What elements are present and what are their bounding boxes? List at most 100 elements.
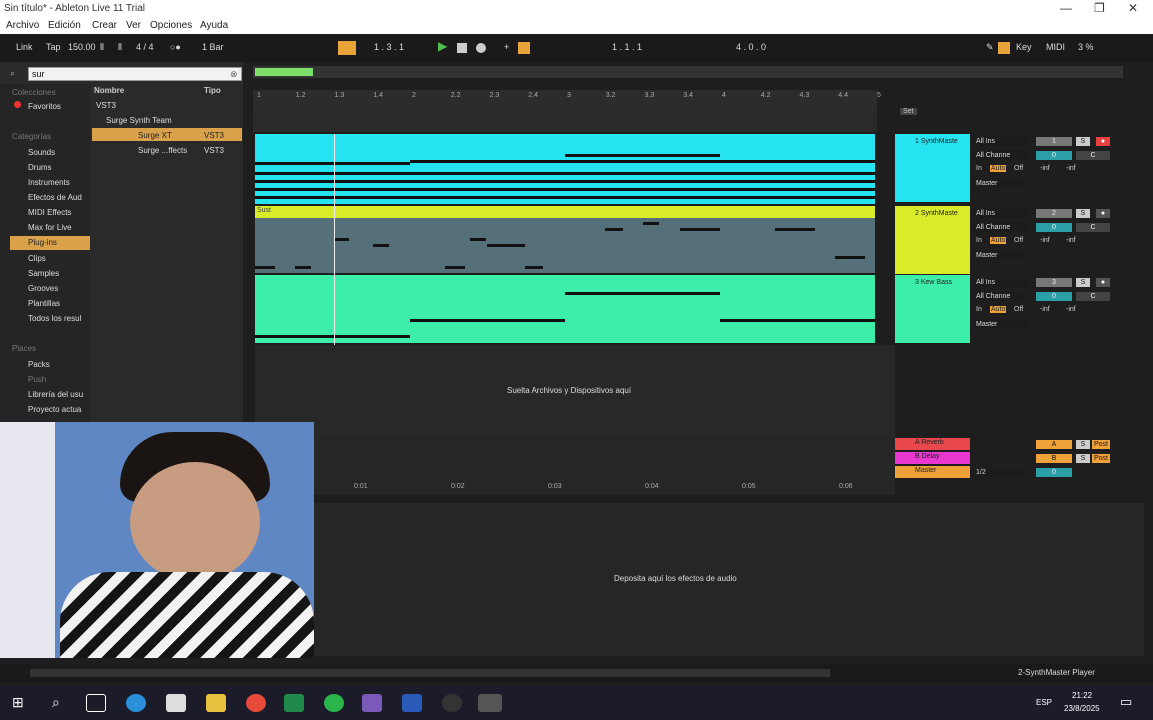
search-input[interactable]: sur [28,67,242,81]
track-3-output[interactable]: Master [973,320,1029,329]
track-2-monitor-auto[interactable]: Auto [990,237,1007,244]
time-signature[interactable]: 4 / 4 [136,42,154,52]
track-2-clip-header[interactable]: Sust [255,206,875,218]
clock-time[interactable]: 21:22 [1072,691,1092,700]
sidebar-item-favorites[interactable]: Favoritos [28,102,61,111]
track-2-monitor-in[interactable]: In [976,237,982,244]
track-2-lane[interactable] [255,218,875,273]
return-a-post[interactable]: Post [1092,440,1110,449]
loop-length-field[interactable]: 4 . 0 . 0 [736,42,766,52]
metronome-icon-2[interactable]: ⦀ [118,42,122,53]
clock-date[interactable]: 23/8/2025 [1064,704,1100,713]
track-1-output[interactable]: Master [973,179,1029,188]
sidebar-item-packs[interactable]: Packs [28,360,50,369]
minimize-button[interactable]: — [1060,1,1072,15]
set-button[interactable]: Set [900,108,917,115]
key-map-button[interactable]: Key [1016,42,1032,52]
menu-archivo[interactable]: Archivo [6,20,39,31]
master-volume[interactable]: 0 [1036,468,1072,477]
track-3-monitor-auto[interactable]: Auto [990,306,1007,313]
track-1-input[interactable]: All Ins [973,137,1029,146]
sidebar-item-sounds[interactable]: Sounds [28,148,55,157]
sidebar-item-clips[interactable]: Clips [28,254,46,263]
return-a-solo[interactable]: S [1076,440,1090,449]
task-view-icon[interactable] [86,694,106,712]
track-3-lane[interactable] [255,275,875,343]
sidebar-item-samples[interactable]: Samples [28,269,59,278]
column-header-type[interactable]: Tipo [204,86,221,95]
loop-start-field[interactable]: 1 . 1 . 1 [612,42,642,52]
tree-item-surge-synth-team[interactable]: Surge Synth Team [106,116,172,125]
sidebar-item-plugins[interactable]: Plug-ins [28,238,57,247]
sidebar-item-all-results[interactable]: Todos los resul [28,314,81,323]
draw-mode-icon[interactable]: ✎ [986,42,994,53]
track-3-solo[interactable]: S [1076,278,1090,287]
track-1-pan[interactable]: C [1076,151,1110,160]
track-1-volume[interactable]: 0 [1036,151,1072,160]
menu-opciones[interactable]: Opciones [150,20,192,31]
track-2-channel[interactable]: All Channe [973,223,1029,232]
tree-item-surge-effects[interactable]: Surge ...ffects [138,146,187,155]
sidebar-item-drums[interactable]: Drums [28,163,52,172]
track-1-title[interactable]: 1 SynthMaste [895,134,970,202]
maximize-button[interactable]: ❐ [1094,1,1105,15]
menu-crear[interactable]: Crear [92,20,117,31]
track-3-monitor-in[interactable]: In [976,306,982,313]
excel-icon[interactable] [284,694,304,712]
tree-item-surge-xt[interactable]: Surge XT [138,131,172,140]
search-taskbar-icon[interactable]: ⌕ [52,694,60,711]
obs-icon[interactable] [442,694,462,712]
arrangement-overview[interactable] [253,66,1123,78]
return-a-button[interactable]: A [1036,440,1072,449]
sidebar-item-grooves[interactable]: Grooves [28,284,58,293]
time-ruler[interactable]: 0:01 0:02 0:03 0:04 0:05 0:06 [314,481,895,495]
column-header-name[interactable]: Nombre [94,86,124,95]
sidebar-item-instruments[interactable]: Instruments [28,178,70,187]
track-1-lane[interactable] [255,134,875,204]
track-2-arm[interactable]: ● [1096,209,1110,218]
device-view[interactable]: Deposita aquí los efectos de audio [314,503,1144,656]
language-indicator[interactable]: ESP [1036,698,1052,707]
sidebar-item-push[interactable]: Push [28,375,46,384]
metronome-icon[interactable]: ⦀ [100,42,104,53]
track-1-channel[interactable]: All Channe [973,151,1029,160]
clear-search-icon[interactable]: ⊗ [230,69,238,80]
notifications-icon[interactable]: ▭ [1120,694,1132,710]
tempo-field[interactable]: 150.00 [68,42,96,52]
word-icon[interactable] [402,694,422,712]
song-position[interactable]: 1 . 3 . 1 [374,42,404,52]
return-b-title[interactable]: B Delay [895,452,970,464]
track-3-monitor-off[interactable]: Off [1014,306,1023,313]
store-icon[interactable] [166,694,186,712]
track-1-activator[interactable]: 1 [1036,137,1072,146]
overview-selection[interactable] [255,68,313,76]
track-1-monitor-auto[interactable]: Auto [990,165,1007,172]
record-icon[interactable] [476,43,486,53]
chrome-icon[interactable] [246,694,266,712]
follow-button[interactable] [338,41,356,55]
menu-ver[interactable]: Ver [126,20,141,31]
menu-ayuda[interactable]: Ayuda [200,20,228,31]
sidebar-item-user-library[interactable]: Librería del usu [28,390,83,399]
track-3-input[interactable]: All Ins [973,278,1029,287]
file-explorer-icon[interactable] [206,694,226,712]
key-map-icon[interactable] [998,42,1010,54]
beat-ruler[interactable]: 1 1.2 1.3 1.4 2 2.2 2.3 2.4 3 3.2 3.3 3.4 4 4.2 4.3 4.4… [253,90,881,112]
sidebar-item-audio-effects[interactable]: Efectos de Aud [28,193,82,202]
track-2-solo[interactable]: S [1076,209,1090,218]
link-button[interactable]: Link [16,42,33,52]
menu-edicion[interactable]: Edición [48,20,81,31]
quantize-select[interactable]: 1 Bar [202,42,224,52]
tap-button[interactable]: Tap [46,42,61,52]
track-3-arm[interactable]: ● [1096,278,1110,287]
drop-area[interactable]: Suelta Archivos y Dispositivos aquí [255,345,895,437]
return-a-title[interactable]: A Reverb [895,438,970,450]
track-1-monitor-in[interactable]: In [976,165,982,172]
sidebar-item-current-project[interactable]: Proyecto actua [28,405,81,414]
stop-icon[interactable] [457,43,467,53]
track-3-activator[interactable]: 3 [1036,278,1072,287]
record-mode-icon[interactable]: ○● [170,42,181,52]
track-2-pan[interactable]: C [1076,223,1110,232]
sidebar-item-templates[interactable]: Plantillas [28,299,60,308]
play-icon[interactable]: ▶ [438,39,447,53]
